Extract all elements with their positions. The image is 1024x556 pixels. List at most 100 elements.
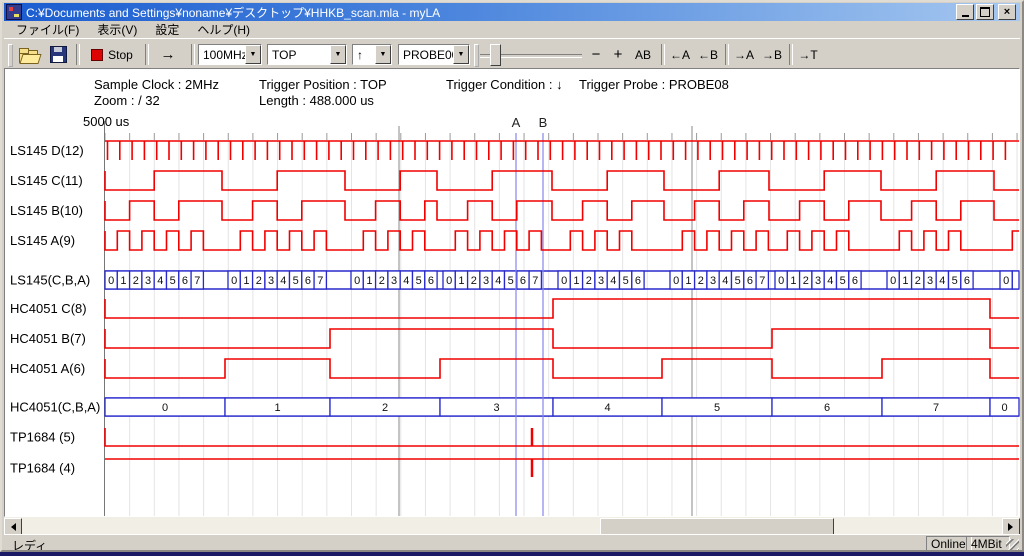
channel-label: HC4051(C,B,A): [10, 400, 100, 415]
bus-row: 012345670: [105, 398, 1019, 416]
bus-cell-value: 0: [890, 275, 896, 287]
bus-cell-value: 6: [852, 275, 858, 287]
bus-cell-value: 3: [268, 275, 274, 287]
waveform-trace: [105, 141, 1019, 160]
bus-cell-value: 6: [824, 402, 830, 414]
bus-cell-value: 1: [573, 275, 579, 287]
bus-cell-value: 7: [317, 275, 323, 287]
waveform-trace: [105, 329, 1019, 348]
bus-cell-value: 5: [840, 275, 846, 287]
waveform-trace: [105, 299, 1019, 318]
bus-cell-value: 7: [532, 275, 538, 287]
bus-cell-value: 3: [493, 402, 499, 414]
bus-cell-value: 1: [685, 275, 691, 287]
bus-cell-value: 2: [915, 275, 921, 287]
bus-cell-value: 3: [598, 275, 604, 287]
bus-cell-value: 6: [964, 275, 970, 287]
bus-cell-value: 3: [145, 275, 151, 287]
waveform-trace: [105, 428, 1019, 446]
bus-cell-value: 0: [561, 275, 567, 287]
waveform-trace: [105, 231, 1019, 250]
bus-cell-value: 0: [231, 275, 237, 287]
bus-cell-value: 6: [635, 275, 641, 287]
bus-cell-value: 2: [803, 275, 809, 287]
bus-cell-value: 4: [280, 275, 286, 287]
bus-cell-value: 5: [623, 275, 629, 287]
channel-label: LS145 D(12): [10, 143, 84, 158]
channel-label: LS145 C(11): [10, 173, 83, 188]
bus-cell-value: 3: [391, 275, 397, 287]
bus-cell-value: 3: [710, 275, 716, 287]
waveform-trace: [105, 201, 1019, 220]
bus-cell-value: 1: [120, 275, 126, 287]
bus-cell-value: 4: [157, 275, 163, 287]
bus-cell-value: 4: [495, 275, 501, 287]
bus-cell-value: 3: [927, 275, 933, 287]
bus-cell-value: 7: [759, 275, 765, 287]
channel-label: LS145 A(9): [10, 233, 75, 248]
scroll-right-button[interactable]: [1002, 518, 1020, 535]
bus-cell-value: 2: [471, 275, 477, 287]
bus-cell-value: 1: [458, 275, 464, 287]
bus-cell-value: 6: [182, 275, 188, 287]
resize-grip[interactable]: [1006, 539, 1019, 552]
bus-cell-value: 0: [446, 275, 452, 287]
ruler-ticks: [105, 133, 1017, 140]
waveform-trace: [105, 359, 1019, 378]
channel-label: HC4051 C(8): [10, 301, 87, 316]
channel-label: LS145 B(10): [10, 203, 83, 218]
bus-cell-value: 5: [952, 275, 958, 287]
channel-label: HC4051 B(7): [10, 331, 86, 346]
bus-cell-value: 1: [902, 275, 908, 287]
bus-cell-value: 0: [673, 275, 679, 287]
bus-cell-value: 6: [747, 275, 753, 287]
bus-cell-value: 5: [170, 275, 176, 287]
bus-cell-value: 6: [520, 275, 526, 287]
app-window: C:¥Documents and Settings¥noname¥デスクトップ¥…: [0, 0, 1024, 556]
bus-cell-value: 5: [293, 275, 299, 287]
bus-cell-value: 1: [243, 275, 249, 287]
bus-cell-value: 4: [604, 402, 610, 414]
bus-cell-value: 2: [586, 275, 592, 287]
waveform-plot[interactable]: 0123456701234567012345601234567012345601…: [0, 0, 1024, 556]
channel-label: HC4051 A(6): [10, 361, 85, 376]
bus-row: 0123456701234567012345601234567012345601…: [105, 271, 1019, 289]
horizontal-scrollbar[interactable]: [4, 517, 1020, 534]
scroll-left-button[interactable]: [4, 518, 22, 535]
waveform-trace: [105, 171, 1019, 190]
bus-cell-value: 7: [933, 402, 939, 414]
triangle-left-icon: [7, 523, 16, 531]
bus-cell-value: 0: [162, 402, 168, 414]
bus-cell-value: 4: [939, 275, 945, 287]
bus-cell-value: 5: [735, 275, 741, 287]
bus-cell-value: 3: [483, 275, 489, 287]
bus-cell-value: 2: [256, 275, 262, 287]
bus-cell-value: 3: [815, 275, 821, 287]
bus-cell-value: 6: [305, 275, 311, 287]
bus-cell-value: 1: [790, 275, 796, 287]
status-bar: レディ Online 4MBit: [4, 534, 1020, 553]
scrollbar-thumb[interactable]: [600, 518, 834, 535]
bus-cell-value: 4: [610, 275, 616, 287]
bus-cell-value: 0: [108, 275, 114, 287]
bus-cell-value: 4: [403, 275, 409, 287]
grid-major-lines: [399, 126, 692, 516]
channel-label: LS145(C,B,A): [10, 273, 90, 288]
marker-label: B: [539, 115, 548, 130]
desktop-edge: [0, 552, 1024, 556]
bus-cell-value: 0: [1003, 275, 1009, 287]
markers: AB: [512, 115, 548, 516]
bus-cell-value: 7: [194, 275, 200, 287]
bus-cell-value: 0: [778, 275, 784, 287]
bus-cell-value: 4: [827, 275, 833, 287]
bus-cell-value: 0: [354, 275, 360, 287]
marker-label: A: [512, 115, 521, 130]
bus-cell: [1012, 271, 1019, 289]
bus-cell-value: 5: [416, 275, 422, 287]
bus-cell-value: 6: [428, 275, 434, 287]
triangle-right-icon: [1008, 523, 1017, 531]
channel-label: TP1684 (4): [10, 461, 75, 476]
bus-cell-value: 1: [274, 402, 280, 414]
channel-label: TP1684 (5): [10, 430, 75, 445]
bus-cell-value: 5: [508, 275, 514, 287]
